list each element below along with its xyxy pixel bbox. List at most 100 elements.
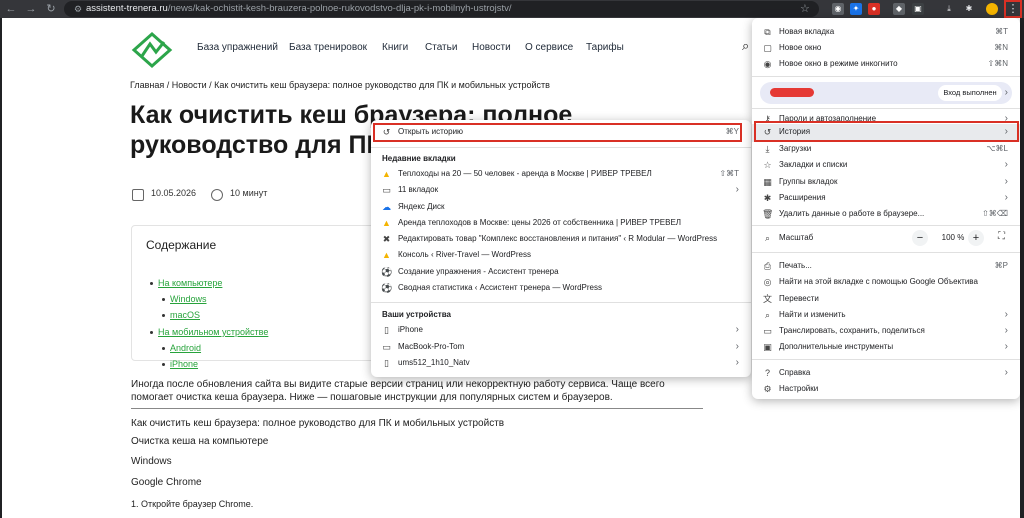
tabs-icon: ▭ [382,185,391,195]
menu-item-label: Перевести [779,294,819,303]
site-logo[interactable] [130,30,174,70]
subheading: Windows [131,456,172,467]
chevron-right-icon: › [1004,159,1008,170]
download-icon[interactable]: ⤓ [943,3,955,15]
more-tools-item[interactable]: ▣ Дополнительные инструменты › [752,339,1020,355]
incognito-item[interactable]: ◉ Новое окно в режиме инкогнито ⇧⌘N [752,56,1020,72]
back-arrow-icon[interactable]: ← [4,2,18,16]
nav-workouts[interactable]: База тренировок [289,42,367,53]
bookmarks-item[interactable]: ☆ Закладки и списки › [752,157,1020,173]
signed-in-badge: Вход выполнен [938,85,1002,101]
extensions-item[interactable]: ✱ Расширения › [752,190,1020,206]
url-path: /news/kak-ochistit-kesh-brauzera-polnoe-… [167,3,512,14]
separator [752,108,1020,109]
find-edit-item[interactable]: ⌕ Найти и изменить › [752,307,1020,323]
ship-icon: ▲ [382,218,391,228]
translate-icon: 文 [762,294,772,304]
toc-item[interactable]: На мобильном устройстве [158,327,268,337]
chevron-right-icon: › [1004,176,1008,187]
forward-arrow-icon[interactable]: → [24,2,38,16]
fullscreen-icon[interactable]: ⛶ [998,231,1005,242]
extension-icon[interactable]: ◉ [832,3,844,15]
kebab-menu-icon[interactable]: ⋮ [1007,2,1019,16]
toc-item[interactable]: Windows [170,294,207,304]
zoom-out-button[interactable]: − [912,230,928,246]
recent-tab-item[interactable]: ▭ 11 вкладок › [371,182,751,198]
separator [752,225,1020,226]
breadcrumb: Главная / Новости / Как очистить кеш бра… [130,80,550,90]
profile-name-redacted [770,88,814,97]
lens-icon: ◎ [763,277,772,287]
trash-icon: 🗑 [762,209,774,219]
recent-tab-item[interactable]: ▲ Аренда теплоходов в Москве: цены 2026 … [371,215,751,231]
incognito-icon: ◉ [763,59,772,69]
reload-icon[interactable]: ↻ [44,2,58,16]
bookmark-star-icon[interactable]: ☆ [800,2,810,16]
tab-groups-item[interactable]: ▦ Группы вкладок › [752,174,1020,190]
print-item[interactable]: ⎙ Печать... ⌘P [752,258,1020,274]
help-item[interactable]: ? Справка › [752,365,1020,381]
nav-about[interactable]: О сервисе [525,42,573,53]
chevron-right-icon: › [735,324,739,335]
downloads-item[interactable]: ⤓ Загрузки ⌥⌘L [752,141,1020,157]
recent-tab-item[interactable]: ⚽ Создание упражнения - Ассистент тренер… [371,264,751,280]
menu-item-label: Аренда теплоходов в Москве: цены 2026 от… [398,218,682,227]
url-text[interactable]: assistent-trenera.ru/news/kak-ochistit-k… [86,3,512,15]
divider [131,408,703,409]
extension-icon[interactable]: ▣ [912,3,924,15]
toc-item[interactable]: iPhone [170,359,198,369]
recent-tab-item[interactable]: ▲ Консоль ‹ River-Travel — WordPress [371,247,751,263]
google-lens-item[interactable]: ◎ Найти на этой вкладке с помощью Google… [752,274,1020,290]
extension-icon[interactable]: ● [868,3,880,15]
extension-icon[interactable]: ✦ [850,3,862,15]
new-window-item[interactable]: ▢ Новое окно ⌘N [752,40,1020,56]
recent-tab-item[interactable]: ▲ Теплоходы на 20 — 50 человек - аренда … [371,166,751,182]
search-icon[interactable]: ⌕ [742,38,749,54]
separator [752,252,1020,253]
device-item[interactable]: ▯ iPhone › [371,322,751,338]
bullet [150,331,153,334]
shortcut-label: ⇧⌘N [987,59,1008,68]
section-heading: Как очистить кеш браузера: полное руково… [131,418,505,429]
bullet [162,298,165,301]
toc-item[interactable]: Android [170,343,201,353]
menu-item-label: Яндекс Диск [398,202,445,211]
new-tab-item[interactable]: ⧉ Новая вкладка ⌘T [752,24,1020,40]
site-info-icon[interactable]: ⚙ [72,3,84,15]
ship-icon: ▲ [382,250,391,260]
nav-articles[interactable]: Статьи [425,42,457,53]
device-item[interactable]: ▯ ums512_1h10_Natv › [371,355,751,371]
settings-item[interactable]: ⚙ Настройки [752,381,1020,397]
recent-tab-item[interactable]: ☁ Яндекс Диск [371,199,751,215]
translate-item[interactable]: 文 Перевести [752,291,1020,307]
history-highlight [754,121,1019,142]
nav-news[interactable]: Новости [472,42,511,53]
nav-books[interactable]: Книги [382,42,408,53]
zoom-in-button[interactable]: + [968,230,984,246]
menu-item-label: Редактировать товар "Комплекс восстановл… [398,234,718,243]
nav-pricing[interactable]: Тарифы [586,42,624,53]
history-submenu: ↺ Открыть историю ⌘Y Недавние вкладки ▲ … [371,120,751,377]
phone-icon: ▯ [384,325,389,335]
extensions-puzzle-icon[interactable]: ✱ [963,3,975,15]
shortcut-label: ⌘N [994,43,1008,52]
recent-tab-item[interactable]: ⚽ Сводная статистика ‹ Ассистент тренера… [371,280,751,296]
cast-item[interactable]: ▭ Транслировать, сохранить, поделиться › [752,323,1020,339]
recent-tab-item[interactable]: ✖ Редактировать товар "Комплекс восстано… [371,231,751,247]
address-bar[interactable]: ⚙ assistent-trenera.ru/news/kak-ochistit… [64,1,819,17]
profile-row[interactable]: Вход выполнен › [760,82,1012,104]
avatar[interactable] [986,3,998,15]
device-item[interactable]: ▭ MacBook-Pro-Tom › [371,339,751,355]
nav-exercises[interactable]: База упражнений [197,42,278,53]
chevron-right-icon: › [1004,87,1008,98]
separator [371,147,751,148]
menu-item-label: Новая вкладка [779,27,835,36]
extension-icon[interactable]: ◆ [893,3,905,15]
clear-data-item[interactable]: 🗑 Удалить данные о работе в браузере... … [752,206,1020,222]
toc-item[interactable]: На компьютере [158,278,222,288]
laptop-icon: ▭ [382,342,391,352]
shortcut-label: ⇧⌘⌫ [981,209,1008,218]
toc-item[interactable]: macOS [170,310,200,320]
toolbox-icon: ▣ [763,342,772,352]
menu-item-label: Удалить данные о работе в браузере... [779,209,925,218]
